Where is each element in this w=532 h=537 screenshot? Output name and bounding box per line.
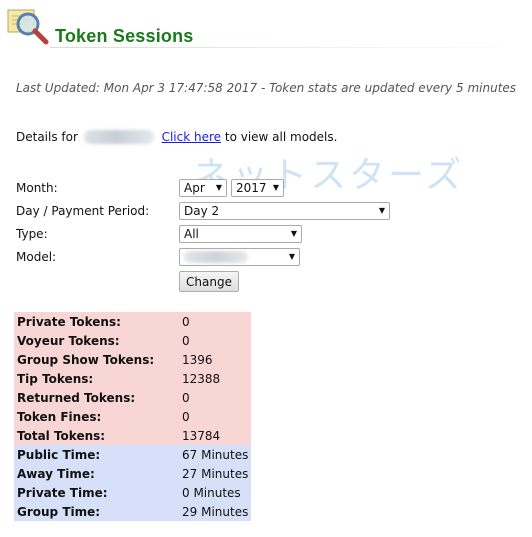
stat-label: Away Time: [14, 464, 179, 483]
stat-value: 1396 [179, 350, 252, 369]
redacted-model-value [184, 251, 248, 263]
stat-label: Voyeur Tokens: [14, 331, 179, 350]
stat-label: Group Time: [14, 502, 179, 521]
stat-label: Tip Tokens: [14, 369, 179, 388]
stat-value: 0 [179, 312, 252, 331]
month-label: Month: [16, 181, 58, 195]
stat-row-group-time: Group Time: 29 Minutes [14, 502, 252, 521]
stat-row-total-tokens: Total Tokens: 13784 [14, 426, 252, 445]
chevron-down-icon: ▼ [215, 183, 222, 192]
page-header: Token Sessions [0, 0, 532, 48]
last-updated-text: Last Updated: Mon Apr 3 17:47:58 2017 - … [16, 81, 517, 95]
model-select[interactable]: ▼ [179, 248, 300, 266]
period-label: Day / Payment Period: [16, 204, 150, 218]
chevron-down-icon: ▼ [290, 229, 297, 238]
type-select-value: All [184, 227, 199, 241]
stat-label: Group Show Tokens: [14, 350, 179, 369]
stat-row-group-show-tokens: Group Show Tokens: 1396 [14, 350, 252, 369]
stat-value: 0 [179, 331, 252, 350]
stat-value: 27 Minutes [179, 464, 252, 483]
view-all-models-link[interactable]: Click here [162, 130, 221, 144]
details-prefix: Details for [16, 130, 78, 144]
period-select-value: Day 2 [184, 204, 220, 218]
page-title: Token Sessions [55, 26, 194, 46]
stat-row-tip-tokens: Tip Tokens: 12388 [14, 369, 252, 388]
stat-row-private-tokens: Private Tokens: 0 [14, 312, 252, 331]
stat-value: 0 Minutes [179, 483, 252, 502]
stat-value: 67 Minutes [179, 445, 252, 464]
stat-value: 29 Minutes [179, 502, 252, 521]
stat-row-returned-tokens: Returned Tokens: 0 [14, 388, 252, 407]
chevron-down-icon: ▼ [378, 206, 385, 215]
stat-row-token-fines: Token Fines: 0 [14, 407, 252, 426]
stat-row-away-time: Away Time: 27 Minutes [14, 464, 252, 483]
month-select-value: Apr [184, 181, 205, 195]
header-divider [50, 47, 532, 48]
type-label: Type: [16, 227, 48, 241]
stat-label: Total Tokens: [14, 426, 179, 445]
chevron-down-icon: ▼ [272, 183, 279, 192]
stats-table: Private Tokens: 0 Voyeur Tokens: 0 Group… [14, 312, 252, 521]
stat-row-public-time: Public Time: 67 Minutes [14, 445, 252, 464]
month-select[interactable]: Apr ▼ [179, 179, 227, 197]
stat-label: Private Tokens: [14, 312, 179, 331]
details-suffix: to view all models. [224, 130, 338, 144]
stat-value: 12388 [179, 369, 252, 388]
stat-value: 0 [179, 407, 252, 426]
redacted-model-name [83, 130, 154, 144]
stat-row-voyeur-tokens: Voyeur Tokens: 0 [14, 331, 252, 350]
type-select[interactable]: All ▼ [179, 225, 302, 243]
stat-label: Token Fines: [14, 407, 179, 426]
stat-value: 0 [179, 388, 252, 407]
year-select[interactable]: 2017 ▼ [231, 179, 284, 197]
change-button[interactable]: Change [179, 271, 239, 292]
details-line: Details for Click here to view all model… [16, 130, 337, 144]
magnifier-icon [7, 9, 49, 45]
stat-label: Private Time: [14, 483, 179, 502]
chevron-down-icon: ▼ [288, 252, 295, 261]
model-label: Model: [16, 250, 57, 264]
stat-row-private-time: Private Time: 0 Minutes [14, 483, 252, 502]
period-select[interactable]: Day 2 ▼ [179, 202, 390, 220]
stat-value: 13784 [179, 426, 252, 445]
year-select-value: 2017 [236, 181, 267, 195]
stat-label: Public Time: [14, 445, 179, 464]
stat-label: Returned Tokens: [14, 388, 179, 407]
